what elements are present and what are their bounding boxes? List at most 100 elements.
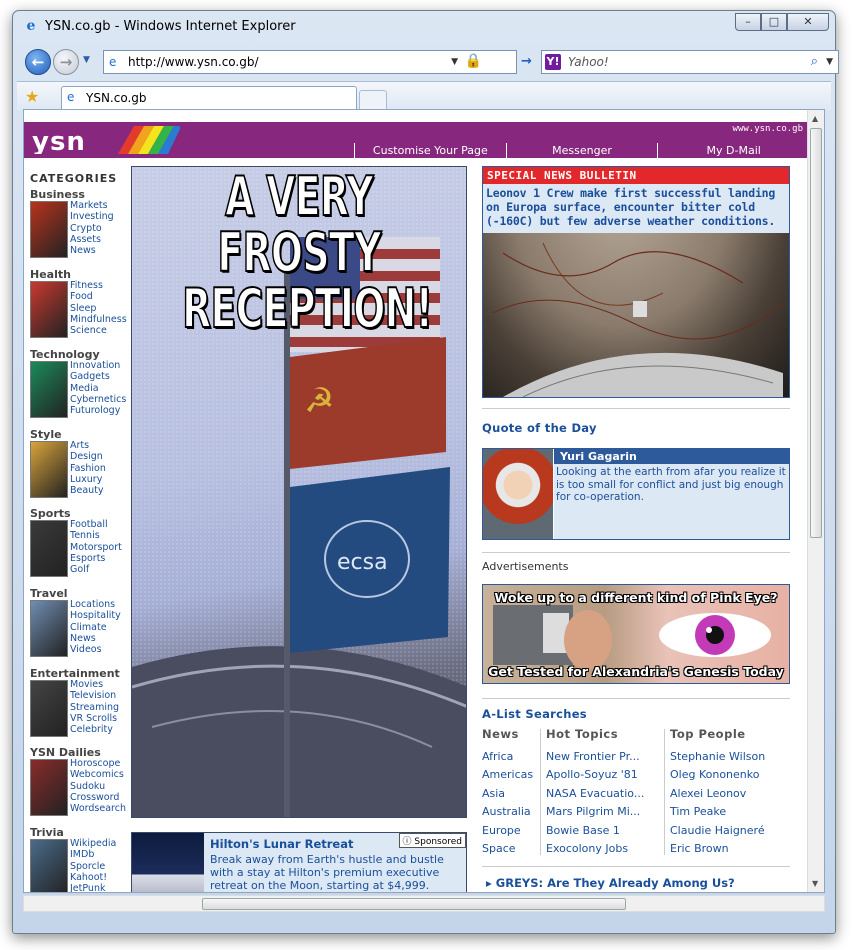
category-link[interactable]: Streaming: [70, 702, 119, 713]
category-link[interactable]: Science: [70, 325, 127, 336]
category-link[interactable]: Wikipedia: [70, 838, 116, 849]
category-link[interactable]: Futurology: [70, 405, 126, 416]
favorites-star-icon[interactable]: ★: [25, 87, 39, 106]
category-link[interactable]: Luxury: [70, 474, 106, 485]
address-bar[interactable]: e http://www.ysn.co.gb/ ▼ 🔒: [103, 50, 517, 74]
alist-item[interactable]: Stephanie Wilson: [670, 748, 765, 766]
category-thumbnail[interactable]: [30, 361, 68, 418]
category-link[interactable]: Fashion: [70, 463, 106, 474]
maximize-button[interactable]: □: [761, 13, 787, 31]
alist-item[interactable]: New Frontier Pr...: [546, 748, 644, 766]
category-thumbnail[interactable]: [30, 759, 68, 816]
category-link[interactable]: Cybernetics: [70, 394, 126, 405]
alist-item[interactable]: Alexei Leonov: [670, 785, 765, 803]
address-dropdown-icon[interactable]: ▼: [451, 57, 458, 67]
back-button[interactable]: ←: [25, 49, 51, 75]
nav-customise[interactable]: Customise Your Page: [354, 143, 506, 158]
category-link[interactable]: Beauty: [70, 485, 106, 496]
category-thumbnail[interactable]: [30, 441, 68, 498]
category-link[interactable]: Esports: [70, 553, 122, 564]
alist-item[interactable]: Tim Peake: [670, 803, 765, 821]
category-link[interactable]: News: [70, 245, 114, 256]
category-link[interactable]: Assets: [70, 234, 114, 245]
alist-item[interactable]: Space: [482, 840, 533, 858]
alist-item[interactable]: Apollo-Soyuz '81: [546, 766, 644, 784]
category-link[interactable]: Media: [70, 383, 126, 394]
category-link[interactable]: Motorsport: [70, 542, 122, 553]
category-thumbnail[interactable]: [30, 201, 68, 258]
category-link[interactable]: Golf: [70, 564, 122, 575]
alist-item[interactable]: Bowie Base 1: [546, 822, 644, 840]
category-link[interactable]: Wordsearch: [70, 803, 126, 814]
category-link[interactable]: Innovation: [70, 360, 126, 371]
alist-item[interactable]: Mars Pilgrim Mi...: [546, 803, 644, 821]
new-tab-button[interactable]: [359, 90, 387, 110]
go-arrow-icon[interactable]: →: [521, 54, 532, 69]
hero-image[interactable]: ☭ ecsa A VERY FROSTY RECEPTION!: [131, 166, 467, 818]
alist-item[interactable]: Eric Brown: [670, 840, 765, 858]
category-link[interactable]: Kahoot!: [70, 872, 116, 883]
horizontal-scrollbar[interactable]: [23, 895, 825, 912]
category-link[interactable]: Celebrity: [70, 724, 119, 735]
category-thumbnail[interactable]: [30, 600, 68, 657]
category-link[interactable]: Videos: [70, 644, 121, 655]
forward-button[interactable]: →: [53, 49, 79, 75]
category-link[interactable]: Crossword: [70, 792, 126, 803]
nav-messenger[interactable]: Messenger: [505, 143, 658, 158]
bulletin-text[interactable]: Leonov 1 Crew make first successful land…: [483, 184, 789, 233]
category-link[interactable]: Markets: [70, 200, 114, 211]
alist-item[interactable]: Americas: [482, 766, 533, 784]
category-link[interactable]: Television: [70, 690, 119, 701]
category-link[interactable]: Movies: [70, 679, 119, 690]
alist-item[interactable]: NASA Evacuatio...: [546, 785, 644, 803]
greys-link[interactable]: ▸ GREYS: Are They Already Among Us?: [486, 876, 735, 890]
category-link[interactable]: Hospitality: [70, 610, 121, 621]
category-link[interactable]: Sleep: [70, 303, 127, 314]
category-link[interactable]: Investing: [70, 211, 114, 222]
category-thumbnail[interactable]: [30, 839, 68, 892]
category-link[interactable]: Sudoku: [70, 781, 126, 792]
category-link[interactable]: Mindfulness: [70, 314, 127, 325]
alist-item[interactable]: Asia: [482, 785, 533, 803]
address-input[interactable]: http://www.ysn.co.gb/: [128, 55, 259, 69]
category-link[interactable]: Gadgets: [70, 371, 126, 382]
category-link[interactable]: Locations: [70, 599, 121, 610]
search-box[interactable]: Y! Yahoo! ⌕ ▼: [541, 50, 839, 74]
search-dropdown-icon[interactable]: ▼: [826, 57, 833, 67]
search-icon[interactable]: ⌕: [811, 54, 818, 69]
category-link[interactable]: Design: [70, 451, 106, 462]
close-button[interactable]: ✕: [787, 13, 829, 31]
promo-hilton[interactable]: Hilton's Lunar Retreat Break away from E…: [131, 832, 467, 892]
category-link[interactable]: News: [70, 633, 121, 644]
search-input[interactable]: Yahoo!: [568, 55, 609, 69]
alist-item[interactable]: Exocolony Jobs: [546, 840, 644, 858]
alist-item[interactable]: Africa: [482, 748, 533, 766]
category-link[interactable]: IMDb: [70, 849, 116, 860]
category-link[interactable]: Football: [70, 519, 122, 530]
category-link[interactable]: Climate: [70, 622, 121, 633]
vertical-scrollbar[interactable]: ▲ ▼: [807, 110, 824, 892]
category-link[interactable]: Tennis: [70, 530, 122, 541]
news-bulletin[interactable]: SPECIAL NEWS BULLETIN Leonov 1 Crew make…: [482, 166, 790, 398]
category-link[interactable]: Crypto: [70, 223, 114, 234]
nav-dmail[interactable]: My D-Mail: [657, 143, 809, 158]
category-link[interactable]: Horoscope: [70, 758, 126, 769]
category-link[interactable]: Sporcle: [70, 861, 116, 872]
category-thumbnail[interactable]: [30, 281, 68, 338]
category-link[interactable]: Arts: [70, 440, 106, 451]
advertisement-banner[interactable]: Woke up to a different kind of Pink Eye?…: [482, 584, 790, 684]
category-thumbnail[interactable]: [30, 680, 68, 737]
minimize-button[interactable]: –: [735, 13, 761, 31]
alist-item[interactable]: Australia: [482, 803, 533, 821]
ysn-logo[interactable]: ysn: [30, 124, 180, 154]
category-thumbnail[interactable]: [30, 520, 68, 577]
alist-item[interactable]: Europe: [482, 822, 533, 840]
recent-pages-dropdown-icon[interactable]: ▼: [83, 55, 90, 65]
category-link[interactable]: JetPunk: [70, 883, 116, 892]
horizontal-scroll-thumb[interactable]: [202, 898, 626, 910]
category-link[interactable]: Food: [70, 291, 127, 302]
category-link[interactable]: Webcomics: [70, 769, 126, 780]
alist-item[interactable]: Claudie Haigneré: [670, 822, 765, 840]
alist-item[interactable]: Oleg Kononenko: [670, 766, 765, 784]
category-link[interactable]: Fitness: [70, 280, 127, 291]
